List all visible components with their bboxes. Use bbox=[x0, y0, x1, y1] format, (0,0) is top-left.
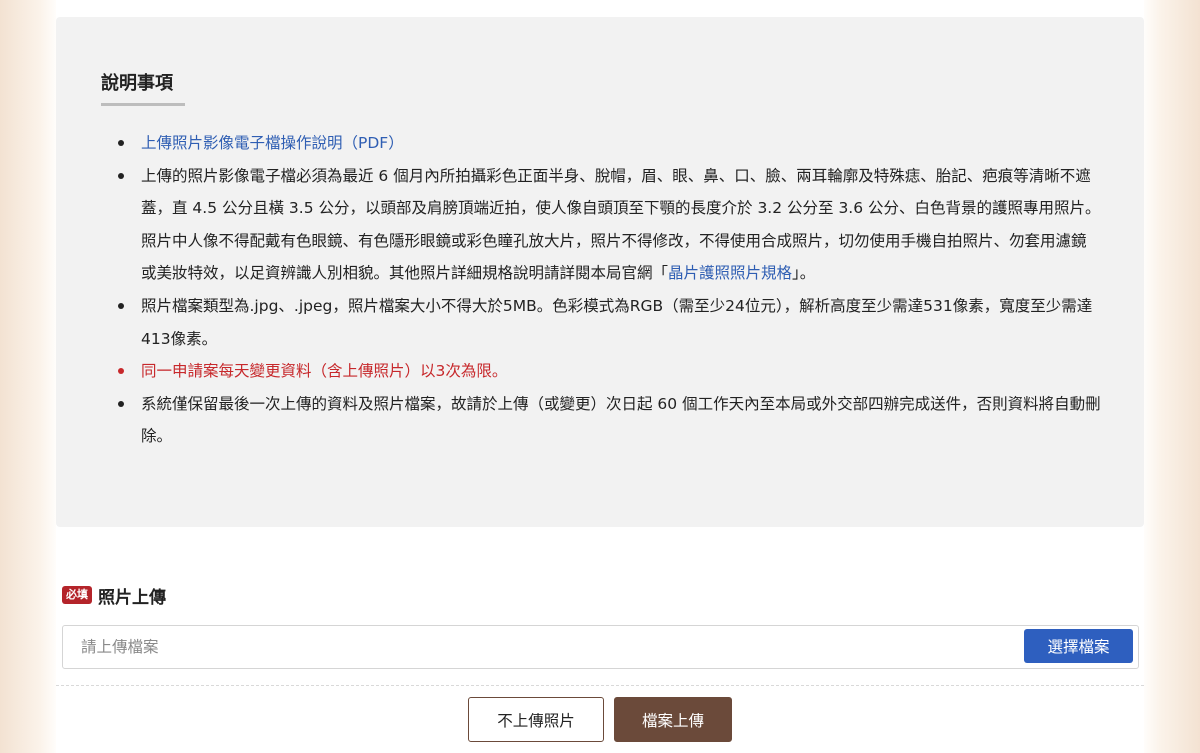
dashed-divider bbox=[56, 685, 1144, 686]
file-upload-button[interactable]: 檔案上傳 bbox=[614, 697, 732, 742]
skip-photo-upload-button[interactable]: 不上傳照片 bbox=[468, 697, 604, 742]
retention-text: 系統僅保留最後一次上傳的資料及照片檔案，故請於上傳（或變更）次日起 60 個工作… bbox=[141, 394, 1101, 446]
photo-requirements-text-end: 」。 bbox=[792, 264, 816, 283]
chip-passport-photo-spec-link[interactable]: 晶片護照照片規格 bbox=[668, 264, 792, 282]
notice-panel: 說明事項 上傳照片影像電子檔操作說明（PDF） 上傳的照片影像電子檔必須為最近 … bbox=[56, 17, 1144, 527]
notice-item-guide: 上傳照片影像電子檔操作說明（PDF） bbox=[101, 127, 1101, 160]
file-format-text: 照片檔案類型為.jpg、.jpeg，照片檔案大小不得大於5MB。色彩模式為RGB… bbox=[141, 296, 1093, 348]
photo-upload-label: 照片上傳 bbox=[98, 587, 166, 608]
notice-list: 上傳照片影像電子檔操作說明（PDF） 上傳的照片影像電子檔必須為最近 6 個月內… bbox=[101, 127, 1101, 453]
notice-title-underline bbox=[101, 103, 185, 106]
notice-item-photo-requirements: 上傳的照片影像電子檔必須為最近 6 個月內所拍攝彩色正面半身、脫帽，眉、眼、鼻、… bbox=[101, 160, 1101, 290]
notice-item-change-limit: 同一申請案每天變更資料（含上傳照片）以3次為限。 bbox=[101, 355, 1101, 388]
file-path-input[interactable] bbox=[63, 626, 1003, 668]
photo-upload-label-row: 必填 照片上傳 bbox=[62, 583, 166, 608]
change-limit-text: 同一申請案每天變更資料（含上傳照片）以3次為限。 bbox=[141, 362, 508, 381]
required-badge: 必填 bbox=[62, 586, 92, 604]
file-upload-field: 選擇檔案 bbox=[62, 625, 1139, 669]
choose-file-button[interactable]: 選擇檔案 bbox=[1024, 629, 1133, 663]
notice-title: 說明事項 bbox=[101, 73, 173, 94]
operation-guide-pdf-link[interactable]: 上傳照片影像電子檔操作說明（PDF） bbox=[141, 134, 404, 152]
photo-requirements-text: 上傳的照片影像電子檔必須為最近 6 個月內所拍攝彩色正面半身、脫帽，眉、眼、鼻、… bbox=[141, 166, 1101, 283]
notice-item-file-format: 照片檔案類型為.jpg、.jpeg，照片檔案大小不得大於5MB。色彩模式為RGB… bbox=[101, 290, 1101, 355]
notice-item-retention: 系統僅保留最後一次上傳的資料及照片檔案，故請於上傳（或變更）次日起 60 個工作… bbox=[101, 388, 1101, 453]
